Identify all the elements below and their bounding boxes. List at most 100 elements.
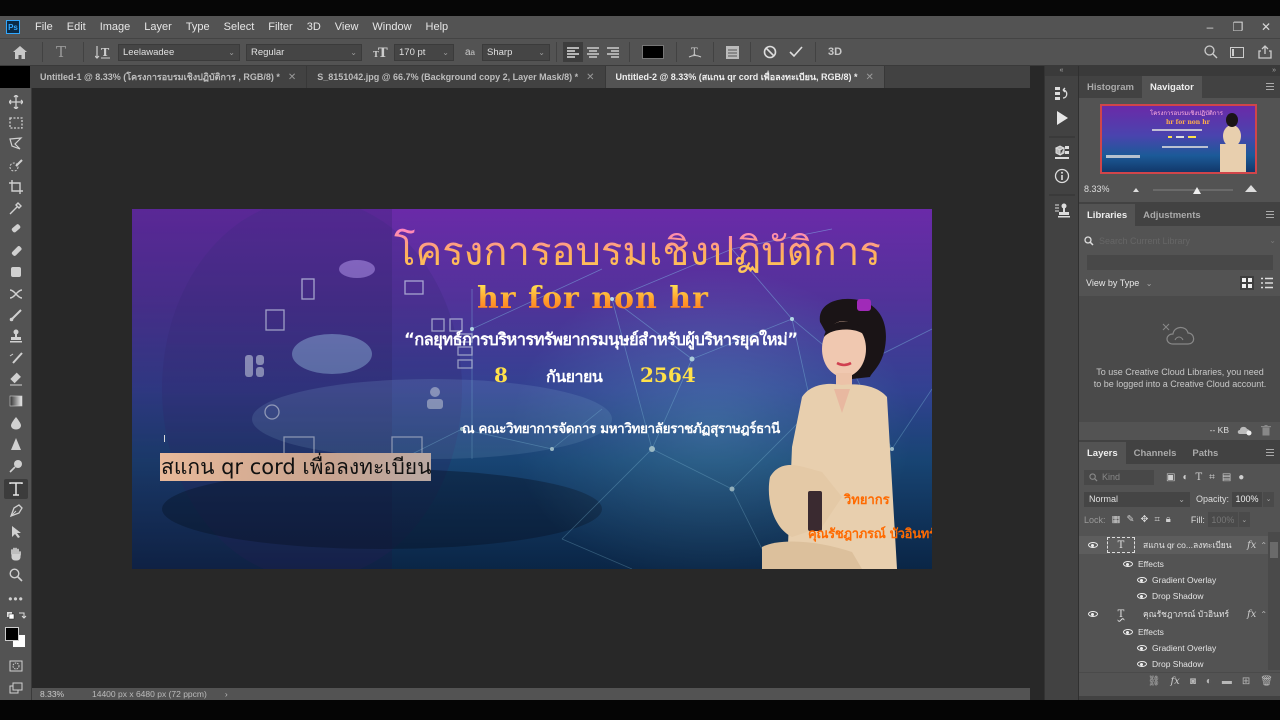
restore-button[interactable]: ❐ <box>1224 16 1252 38</box>
collapse-effects-icon[interactable]: ⌃ <box>1260 610 1267 619</box>
navigator-preview[interactable]: โครงการอบรมเชิงปฏิบัติการ hr for non hr <box>1100 104 1257 174</box>
canvas-workspace[interactable]: โครงการอบรมเชิงปฏิบัติการ hr for non hr … <box>32 88 1030 688</box>
tool-sharpen[interactable] <box>4 434 28 454</box>
document-canvas[interactable]: โครงการอบรมเชิงปฏิบัติการ hr for non hr … <box>132 209 932 569</box>
tool-paint-brush[interactable] <box>4 305 28 325</box>
tool-healing-brush[interactable] <box>4 219 28 239</box>
filter-adjustment-icon[interactable]: ◐ <box>1182 472 1188 483</box>
tool-history-brush[interactable] <box>4 348 28 368</box>
font-style-select[interactable]: Regular ⌄ <box>246 43 362 61</box>
3d-button[interactable]: 3D <box>822 40 848 64</box>
visibility-eye-icon[interactable] <box>1137 661 1147 667</box>
new-layer-icon[interactable]: ⊞ <box>1242 676 1250 687</box>
zoom-out-icon[interactable] <box>1133 188 1139 192</box>
filter-toggle-icon[interactable]: ● <box>1238 472 1244 483</box>
history-panel-button[interactable] <box>1051 84 1073 104</box>
link-layers-icon[interactable]: ⛓︎ <box>1148 676 1161 687</box>
opacity-input[interactable]: 100% <box>1232 491 1263 507</box>
delete-layer-trash-icon[interactable]: 🗑︎ <box>1260 676 1273 687</box>
effect-row[interactable]: Drop Shadow <box>1079 656 1269 670</box>
menu-layer[interactable]: Layer <box>137 21 179 33</box>
text-color-swatch[interactable] <box>642 45 664 59</box>
align-right-button[interactable] <box>603 42 623 62</box>
panel-menu-icon[interactable] <box>1266 449 1274 456</box>
fill-input[interactable]: 100% <box>1207 512 1238 527</box>
tool-brush[interactable] <box>4 241 28 261</box>
menu-type[interactable]: Type <box>179 21 217 33</box>
grid-view-button[interactable] <box>1240 276 1254 290</box>
menu-window[interactable]: Window <box>365 21 418 33</box>
collapse-effects-icon[interactable]: ⌃ <box>1260 541 1267 550</box>
expand-panels-icon[interactable]: » <box>1079 66 1280 76</box>
document-tab[interactable]: S_8151042.jpg @ 66.7% (Background copy 2… <box>307 66 606 88</box>
menu-filter[interactable]: Filter <box>261 21 299 33</box>
status-menu-arrow[interactable]: › <box>225 689 228 699</box>
close-tab-icon[interactable]: ✕ <box>288 72 296 83</box>
tool-marquee[interactable] <box>4 113 28 133</box>
menu-view[interactable]: View <box>328 21 366 33</box>
tab-channels[interactable]: Channels <box>1126 442 1185 464</box>
layer-name[interactable]: คุณรัชฎาภรณ์ บัวอินทร์ <box>1143 607 1247 621</box>
fill-dropdown-icon[interactable]: ⌄ <box>1238 512 1250 527</box>
view-by-type-dropdown[interactable]: View by Type ⌄ <box>1086 278 1152 288</box>
layer-effects-fx-icon[interactable]: fx <box>1247 609 1256 620</box>
cloud-sync-error-icon[interactable] <box>1237 425 1253 436</box>
effects-row[interactable]: Effects <box>1079 624 1269 640</box>
layers-scrollbar[interactable] <box>1268 532 1280 670</box>
filter-smart-object-icon[interactable]: ▤ <box>1222 472 1231 483</box>
effect-row[interactable]: Drop Shadow <box>1079 588 1269 604</box>
tool-crop[interactable] <box>4 177 28 197</box>
opacity-dropdown-icon[interactable]: ⌄ <box>1263 491 1275 507</box>
workspace-button[interactable] <box>1224 40 1250 64</box>
tool-more[interactable]: ••• <box>4 589 28 609</box>
tab-navigator[interactable]: Navigator <box>1141 76 1202 98</box>
filter-pixel-icon[interactable]: ▣ <box>1166 472 1175 483</box>
cancel-edits-button[interactable] <box>757 40 783 64</box>
lock-artboard-icon[interactable]: ⌗ <box>1154 514 1159 525</box>
scrollbar-thumb[interactable] <box>1270 542 1278 558</box>
add-mask-icon[interactable]: ◙ <box>1190 676 1196 687</box>
tab-layers[interactable]: Layers <box>1079 442 1126 464</box>
panel-menu-icon[interactable] <box>1266 211 1274 218</box>
tool-gradient[interactable] <box>4 391 28 411</box>
foreground-color-swatch[interactable] <box>5 627 19 641</box>
filter-type-icon[interactable]: T <box>1196 472 1203 483</box>
tool-eyedropper[interactable] <box>4 198 28 218</box>
visibility-eye-icon[interactable] <box>1088 542 1098 548</box>
tool-path-select[interactable] <box>4 522 28 542</box>
visibility-eye-icon[interactable] <box>1137 577 1147 583</box>
lock-image-pixels-icon[interactable]: ✎ <box>1127 514 1135 525</box>
menu-help[interactable]: Help <box>419 21 456 33</box>
library-select[interactable] <box>1087 255 1273 270</box>
align-left-button[interactable] <box>563 42 583 62</box>
library-search-field[interactable]: Search Current Library ⌄ <box>1084 232 1276 249</box>
font-family-select[interactable]: Leelawadee ⌄ <box>118 43 240 61</box>
tool-content-aware-move[interactable] <box>4 284 28 304</box>
close-tab-icon[interactable]: ✕ <box>866 72 874 83</box>
tool-pen[interactable] <box>4 501 28 521</box>
selected-text-layer-qr[interactable]: สแกน qr cord เพื่อลงทะเบียน <box>160 453 432 481</box>
tool-move[interactable] <box>4 92 28 112</box>
layer-row[interactable]: T สแกน qr co...ลงทะเบียน fx ⌃ <box>1079 536 1269 554</box>
trash-icon[interactable] <box>1261 424 1271 436</box>
menu-edit[interactable]: Edit <box>60 21 93 33</box>
menu-select[interactable]: Select <box>217 21 262 33</box>
lock-position-icon[interactable]: ✥ <box>1140 514 1148 525</box>
panel-menu-icon[interactable] <box>1266 83 1274 90</box>
navigator-zoom-value[interactable]: 8.33% <box>1079 184 1127 194</box>
layer-row[interactable]: T คุณรัชฎาภรณ์ บัวอินทร์ fx ⌃ <box>1079 605 1269 623</box>
tool-quick-select[interactable] <box>4 156 28 176</box>
screen-mode-button[interactable] <box>4 678 28 698</box>
tool-clone-stamp[interactable] <box>4 326 28 346</box>
tool-blur[interactable] <box>4 413 28 433</box>
tab-paths[interactable]: Paths <box>1184 442 1226 464</box>
document-tab-active[interactable]: Untitled-2 @ 8.33% (สแกน qr cord เพื่อลง… <box>605 66 885 88</box>
visibility-eye-icon[interactable] <box>1137 645 1147 651</box>
tab-libraries[interactable]: Libraries <box>1079 204 1136 226</box>
minimize-button[interactable]: – <box>1196 16 1224 38</box>
share-button[interactable] <box>1250 40 1280 64</box>
tool-type[interactable] <box>4 479 28 499</box>
navigator-zoom-slider-thumb[interactable] <box>1193 187 1201 194</box>
adjustment-layer-icon[interactable]: ◐ <box>1206 676 1212 687</box>
tab-histogram[interactable]: Histogram <box>1079 76 1142 98</box>
